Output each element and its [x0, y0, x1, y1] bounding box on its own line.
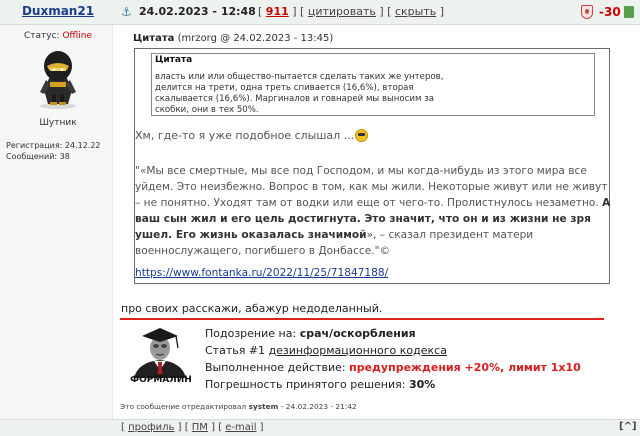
quote-paragraph: "«Мы все смертные, мы все под Господом, … [135, 163, 611, 259]
hide-link[interactable]: скрыть [395, 5, 436, 18]
flag-icon[interactable] [624, 6, 634, 18]
quote-title: Цитата [133, 33, 175, 44]
smiley-icon [355, 129, 368, 142]
anchor-icon[interactable]: ⚓ [121, 5, 132, 19]
quote-paragraph-text: "«Мы все смертные, мы все под Господом, … [135, 165, 608, 209]
action-value: предупреждения +20%, лимит 1x10 [349, 361, 581, 374]
moderation-line-2: Статья #1 дезинформационного кодекса [205, 342, 581, 359]
nested-quote: Цитата власть или или общество-пытается … [151, 53, 595, 116]
registration-date: Регистрация: 24.12.22 [6, 141, 101, 150]
forum-post: Duxman21 ⚓ 24.02.2023 - 12:48 [ 911 ] [ … [0, 0, 640, 436]
scroll-top-button[interactable]: [^] [619, 421, 637, 432]
user-registration: Регистрация: 24.12.22 Сообщений: 38 [6, 140, 101, 162]
moderation-line-1: Подозрение на: срач/оскорбления [205, 325, 581, 342]
message-count: Сообщений: 38 [6, 152, 70, 161]
email-link[interactable]: e-mail [225, 422, 256, 433]
formalin-avatar-icon [134, 328, 186, 378]
code-link[interactable]: дезинформационного кодекса [269, 344, 447, 357]
shield-icon[interactable] [581, 5, 593, 19]
edit-note: Это сообщение отредактировал system - 24… [120, 402, 357, 411]
avatar [40, 51, 76, 109]
reply-text: про своих расскажи, абажур недоделанный. [121, 302, 383, 315]
source-link[interactable]: https://www.fontanka.ru/2022/11/25/71847… [135, 267, 388, 279]
post-date: 24.02.2023 - 12:48 [139, 5, 256, 18]
quote-block: Цитата власть или или общество-пытается … [134, 48, 610, 284]
post-header: Duxman21 ⚓ 24.02.2023 - 12:48 [ 911 ] [ … [0, 0, 640, 25]
error-value: 30% [408, 378, 436, 391]
action-label: Выполненное действие: [205, 361, 346, 374]
moderation-line-3: Выполненное действие: предупреждения +20… [205, 359, 581, 376]
nested-quote-title: Цитата [155, 55, 193, 65]
status-label: Статус: [24, 31, 60, 41]
error-label: Погрешность принятого решения: [205, 378, 406, 391]
article-label: Статья #1 [205, 344, 266, 357]
quote-header: Цитата (mrzorg @ 24.02.2023 - 13:45) [133, 33, 333, 44]
edit-note-text: Это сообщение отредактировал [120, 402, 247, 411]
post-score: -30 [599, 5, 621, 19]
quote-remark: Хм, где-то я уже подобное слышал ... [135, 129, 355, 142]
profile-link[interactable]: профиль [128, 422, 174, 433]
status-value: Offline [62, 31, 92, 41]
divider [120, 318, 604, 320]
nested-quote-text: власть или или общество-пытается сделать… [155, 72, 444, 115]
footer-links: [ профиль ] [ ПМ ] [ e-mail ] [121, 422, 264, 433]
user-status: Статус: Offline [6, 31, 110, 41]
post-footer: [ профиль ] [ ПМ ] [ e-mail ] [^] [0, 419, 640, 436]
author-name-link[interactable]: Duxman21 [6, 4, 110, 18]
post-actions: [ 911 ] [ цитировать ] [ скрыть ] [258, 5, 444, 18]
formalin-label: ФОРМАЛИН [130, 375, 192, 385]
moderation-notice: Подозрение на: срач/оскорбления Статья #… [205, 325, 581, 393]
moderation-line-4: Погрешность принятого решения: 30% [205, 376, 581, 393]
quote-link[interactable]: цитировать [308, 5, 376, 18]
post-number-link[interactable]: 911 [266, 5, 289, 18]
user-rank: Шутник [39, 118, 77, 128]
pm-link[interactable]: ПМ [192, 422, 208, 433]
edit-note-time: - 24.02.2023 - 21:42 [280, 402, 357, 411]
quote-meta: (mrzorg @ 24.02.2023 - 13:45) [177, 33, 334, 44]
suspicion-value: срач/оскорбления [299, 327, 416, 340]
edit-note-user: system [248, 402, 279, 411]
suspicion-label: Подозрение на: [205, 327, 297, 340]
